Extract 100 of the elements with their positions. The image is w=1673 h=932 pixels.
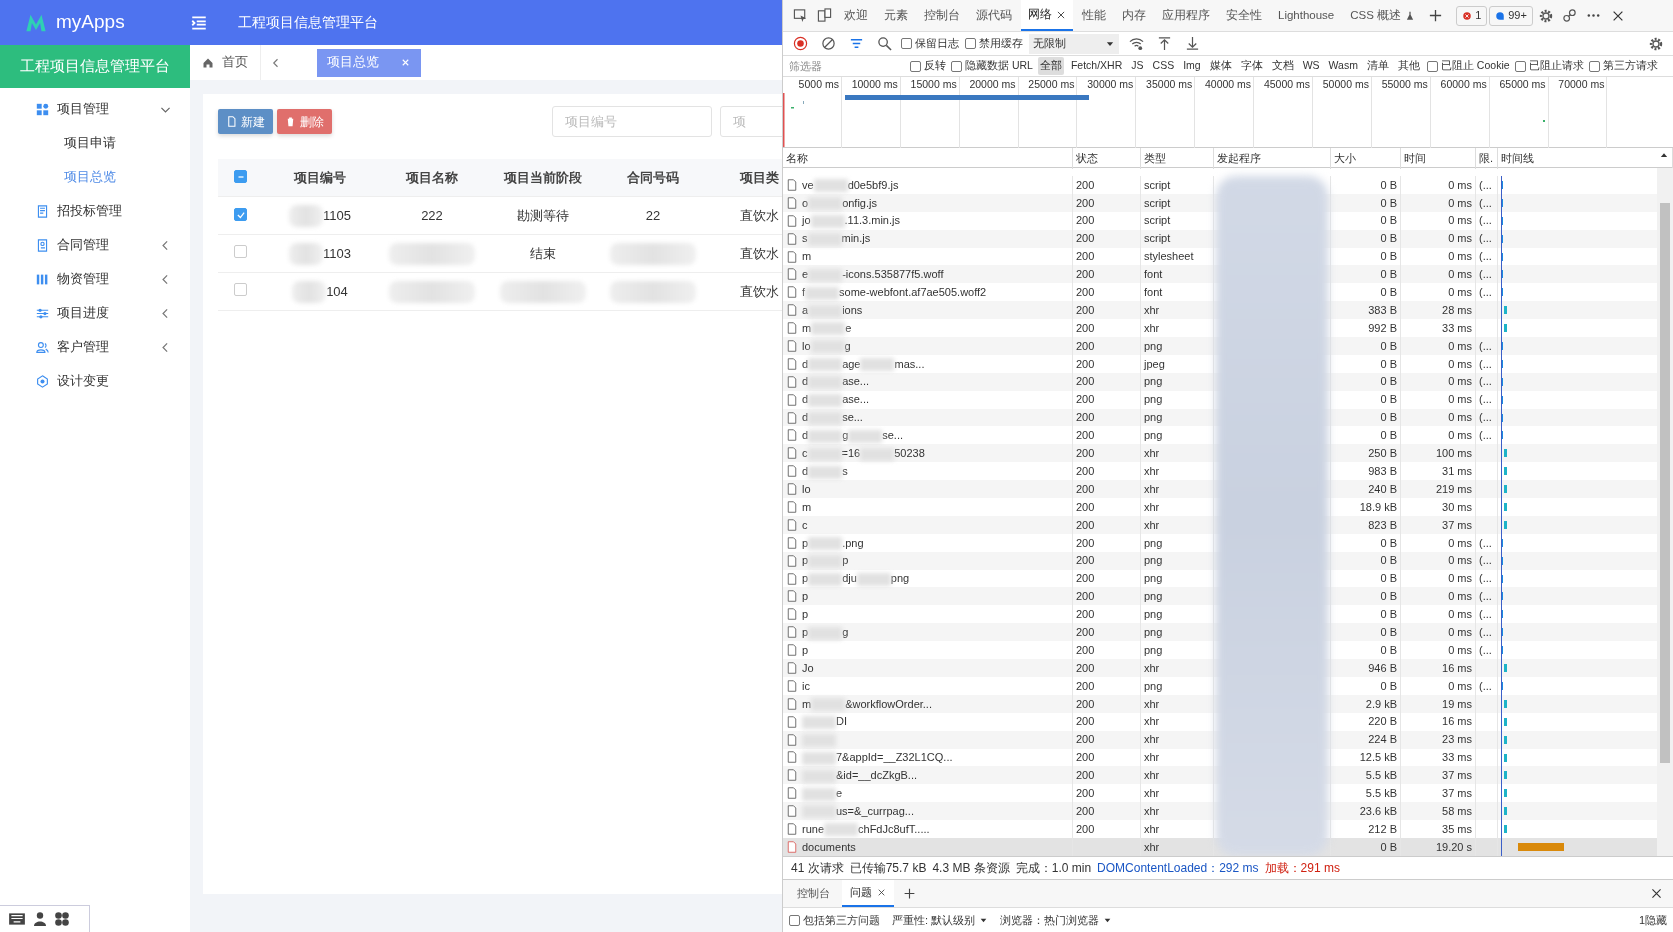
dropdown[interactable]: 浏览器：热门浏览器 (1000, 911, 1113, 929)
checkbox[interactable]: 保留日志 (901, 35, 959, 52)
column-header[interactable]: 限. (1476, 148, 1498, 169)
scrollbar[interactable] (1657, 168, 1673, 856)
sidebar-item[interactable]: 物资管理 (0, 262, 190, 296)
devtools-tab[interactable]: 内存 (1115, 0, 1153, 31)
close-icon[interactable] (1056, 9, 1066, 20)
sidebar-item[interactable]: 设计变更 (0, 364, 190, 398)
menu-icon[interactable] (190, 13, 208, 32)
size-cell: 0 B (1331, 390, 1401, 409)
filter-type-button[interactable]: 字体 (1238, 57, 1265, 75)
sidebar-subitem[interactable]: 项目总览 (0, 160, 190, 194)
home-tab[interactable]: 首页 (190, 45, 261, 80)
checkbox[interactable] (234, 170, 247, 184)
devtools-tab[interactable]: 控制台 (917, 0, 967, 31)
devtools-tab[interactable]: 欢迎 (837, 0, 875, 31)
devtools-tab[interactable]: CSS 概述 (1343, 0, 1423, 31)
apps-icon[interactable] (54, 911, 70, 927)
checkbox[interactable]: 反转 (910, 58, 946, 74)
devtools-tab[interactable]: 网络 (1021, 0, 1073, 31)
file-name: c (802, 517, 808, 533)
time-cell: 30 ms (1401, 498, 1476, 516)
tick-label: 5000 ms (798, 78, 839, 90)
devtools-tab[interactable]: Lighthouse (1271, 0, 1342, 31)
record-icon[interactable] (792, 36, 808, 51)
checkbox[interactable] (234, 282, 247, 296)
search-icon[interactable] (876, 36, 892, 51)
checkbox[interactable]: 禁用缓存 (965, 35, 1023, 52)
settings-icon[interactable] (1648, 35, 1664, 52)
filter-type-button[interactable]: 媒体 (1207, 57, 1234, 75)
file-icon (786, 411, 798, 424)
devtools-tab[interactable]: 性能 (1075, 0, 1113, 31)
throttling-dropdown[interactable]: 无限制 (1029, 33, 1119, 54)
person-icon[interactable] (32, 911, 48, 927)
column-header[interactable]: 发起程序 (1214, 148, 1331, 169)
time-cell: 19 ms (1401, 694, 1476, 713)
filter-type-button[interactable]: Img (1181, 57, 1203, 75)
plus-icon[interactable] (1427, 8, 1443, 23)
sidebar-item[interactable]: 合同管理 (0, 228, 190, 262)
type-cell: xhr (1141, 498, 1214, 516)
upload-icon[interactable] (1156, 36, 1172, 51)
message-count-badge[interactable]: 99+ (1489, 5, 1533, 26)
checkbox[interactable]: 第三方请求 (1588, 58, 1658, 74)
plus-icon[interactable] (902, 887, 916, 900)
keyboard-icon[interactable] (8, 910, 26, 928)
time-cell: 28 ms (1401, 301, 1476, 320)
checkbox[interactable]: 包括第三方问题 (789, 911, 880, 929)
table-cell-text: 直饮水 (740, 282, 779, 301)
dropdown[interactable]: 严重性: 默认级别 (892, 911, 989, 929)
filter-type-button[interactable]: Fetch/XHR (1068, 57, 1125, 75)
summary-text: 4.3 MB 条资源 (932, 860, 1010, 877)
checkbox[interactable]: 已阻止 Cookie (1426, 58, 1510, 74)
filter-type-button[interactable]: 清单 (1364, 57, 1391, 75)
filter-type-button[interactable]: CSS (1150, 57, 1177, 75)
error-count-badge[interactable]: 1 (1456, 5, 1488, 26)
filter-type-button[interactable]: Wasm (1326, 57, 1360, 75)
devtools-tab[interactable]: 元素 (877, 0, 915, 31)
settings-icon[interactable] (1537, 7, 1554, 24)
column-header[interactable]: 名称 (783, 148, 1073, 169)
filter-type-button[interactable]: 文档 (1269, 57, 1296, 75)
filter-type-button[interactable]: 全部 (1037, 57, 1064, 75)
devtools-tab[interactable]: 源代码 (969, 0, 1019, 31)
throttle-cell: (... (1476, 265, 1498, 284)
column-header[interactable]: 时间 (1401, 148, 1476, 169)
close-icon[interactable] (877, 888, 886, 897)
filter-type-button[interactable]: 其他 (1395, 57, 1422, 75)
clear-icon[interactable] (820, 36, 836, 51)
drawer-tab[interactable]: 问题 (842, 880, 894, 907)
column-header[interactable]: 类型 (1141, 148, 1214, 169)
drawer-tab[interactable]: 控制台 (789, 880, 838, 907)
checkbox[interactable] (234, 208, 247, 222)
status-cell: 200 (1073, 229, 1141, 248)
devtools-tab[interactable]: 应用程序 (1155, 0, 1217, 31)
checkbox[interactable]: 已阻止请求 (1514, 58, 1584, 74)
search-field[interactable]: 项目编号 (552, 106, 712, 137)
status-cell: 200 (1073, 694, 1141, 713)
sidebar-item[interactable]: 客户管理 (0, 330, 190, 364)
device-icon[interactable] (816, 8, 832, 23)
sidebar-item[interactable]: 项目进度 (0, 296, 190, 330)
download-icon[interactable] (1184, 36, 1200, 51)
checkbox[interactable] (234, 244, 247, 258)
search-field[interactable]: 项 (720, 106, 782, 137)
inspect-icon[interactable] (792, 8, 808, 23)
column-header[interactable]: 大小 (1331, 148, 1401, 169)
column-header[interactable]: 状态 (1073, 148, 1141, 169)
sidebar-item[interactable]: 项目管理 (0, 92, 190, 126)
checkbox[interactable]: 隐藏数据 URL (951, 58, 1033, 74)
sidebar-subitem[interactable]: 项目申请 (0, 126, 190, 160)
sidebar-item[interactable]: 招投标管理 (0, 194, 190, 228)
devtools-tab[interactable]: 安全性 (1219, 0, 1269, 31)
file-icon (786, 447, 798, 460)
close-icon[interactable] (1649, 887, 1663, 900)
time-cell: 0 ms (1401, 533, 1476, 552)
network-conditions-icon[interactable] (1128, 36, 1144, 51)
filter-type-button[interactable]: JS (1129, 57, 1146, 75)
filter-type-button[interactable]: WS (1300, 57, 1322, 75)
connect-icon[interactable] (1562, 8, 1578, 23)
tick-label: 55000 ms (1381, 78, 1428, 90)
status-cell: 200 (1073, 766, 1141, 785)
filter-icon[interactable] (848, 36, 864, 51)
